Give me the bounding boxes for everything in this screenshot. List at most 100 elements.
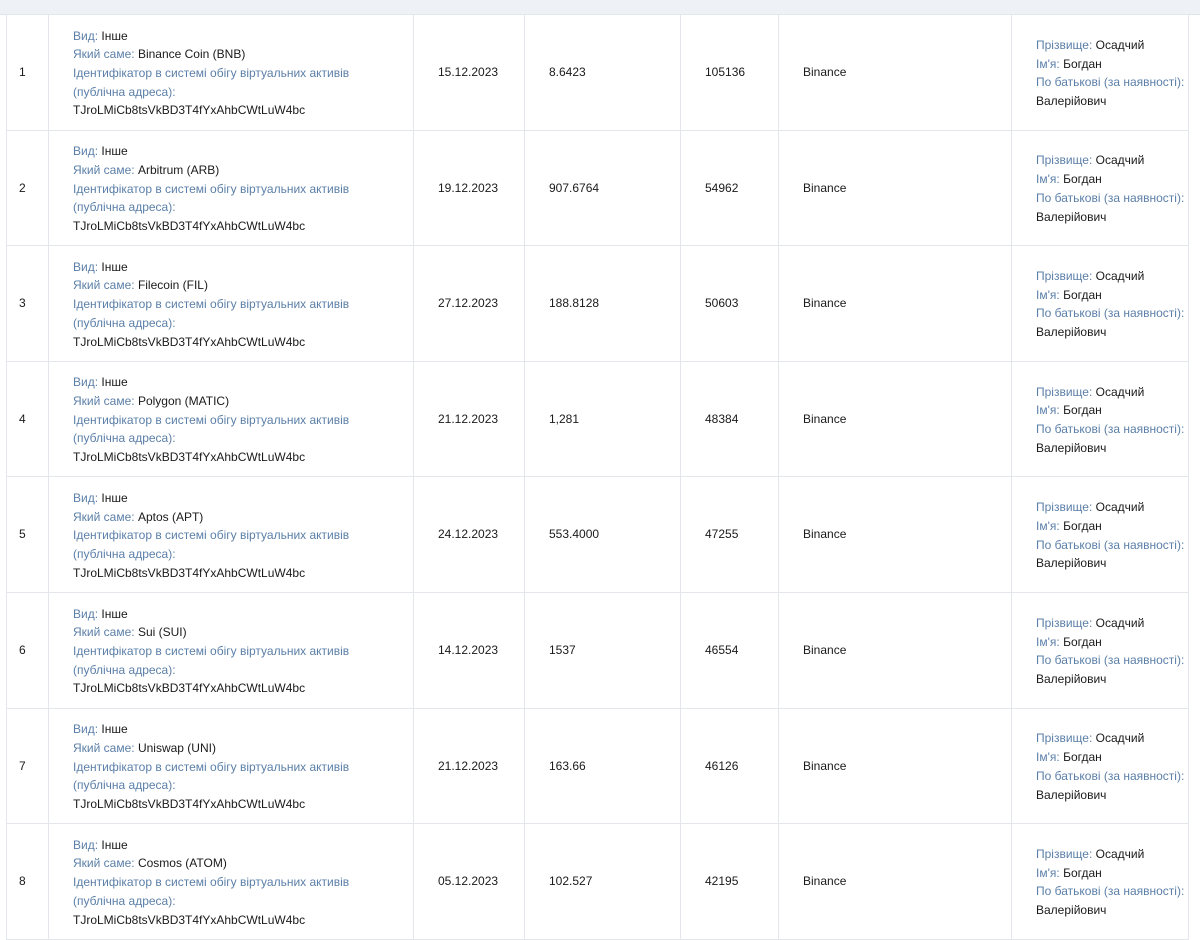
- asset-kind: Вид: Інше: [73, 720, 413, 739]
- owner-surname-value: Осадчий: [1095, 384, 1145, 399]
- asset-identifier-label-cont: (публічна адреса):: [73, 84, 176, 99]
- owner-surname-label: Прізвище:: [1036, 615, 1093, 630]
- value-cell: 54962: [680, 129, 779, 247]
- platform-cell: Binance: [778, 823, 1012, 940]
- asset-name-label: Який саме:: [73, 47, 135, 62]
- owner-patronymic-value: Валерійович: [1036, 556, 1107, 571]
- table-row: 8 Вид: Інше Який саме: Cosmos (ATOM) Іде…: [6, 823, 1189, 940]
- asset-kind-label: Вид:: [73, 28, 99, 43]
- owner-surname-label: Прізвище:: [1036, 269, 1093, 284]
- owner-patronymic-value: Валерійович: [1036, 671, 1107, 686]
- table-row: 2 Вид: Інше Який саме: Arbitrum (ARB) Ід…: [6, 129, 1189, 247]
- asset-name-label: Який саме:: [73, 394, 135, 409]
- asset-name: Який саме: Filecoin (FIL): [73, 276, 413, 295]
- row-number: 3: [6, 245, 49, 362]
- asset-name-label: Який саме:: [73, 740, 135, 755]
- asset-identifier-label: Ідентифікатор в системі обігу віртуальни…: [73, 65, 350, 80]
- owner-name-value: Богдан: [1063, 865, 1102, 880]
- platform-cell: Binance: [778, 14, 1012, 131]
- asset-public-address: TJroLMiCb8tsVkBD3T4fYxAhbCWtLuW4bc: [73, 103, 306, 118]
- owner-name-value: Богдан: [1063, 634, 1102, 649]
- owner-cell: Прізвище: Осадчий Ім'я: Богдан По батько…: [1011, 707, 1189, 825]
- acquisition-date: 14.12.2023: [438, 642, 499, 657]
- owner-name-value: Богдан: [1063, 403, 1102, 418]
- owner-patronymic-label: По батькові (за наявності):: [1036, 75, 1185, 90]
- acquisition-date-cell: 21.12.2023: [413, 360, 525, 478]
- asset-public-address: TJroLMiCb8tsVkBD3T4fYxAhbCWtLuW4bc: [73, 681, 306, 696]
- asset-name-label: Який саме:: [73, 162, 135, 177]
- row-number: 7: [6, 707, 49, 825]
- asset-kind-label: Вид:: [73, 375, 99, 390]
- owner-surname-value: Осадчий: [1095, 731, 1145, 746]
- owner-patronymic-value: Валерійович: [1036, 787, 1107, 802]
- owner-name: Ім'я: Богдан: [1036, 864, 1188, 883]
- asset-name: Який саме: Arbitrum (ARB): [73, 161, 413, 180]
- owner-patronymic-label: По батькові (за наявності):: [1036, 422, 1185, 437]
- asset-name: Який саме: Uniswap (UNI): [73, 739, 413, 758]
- row-number-text: 7: [19, 758, 26, 773]
- platform-cell: Binance: [778, 591, 1012, 709]
- owner-name-value: Богдан: [1063, 56, 1102, 71]
- asset-amount: 163.66: [549, 758, 586, 773]
- asset-platform: Binance: [803, 296, 847, 311]
- owner-surname: Прізвище: Осадчий: [1036, 614, 1188, 633]
- row-number: 1: [6, 14, 49, 131]
- asset-description-cell: Вид: Інше Який саме: Filecoin (FIL) Іден…: [48, 245, 414, 362]
- asset-value: 50603: [705, 296, 739, 311]
- owner-patronymic-label: По батькові (за наявності):: [1036, 537, 1185, 552]
- asset-name: Який саме: Aptos (APT): [73, 508, 413, 527]
- table-row: 7 Вид: Інше Який саме: Uniswap (UNI) Іде…: [6, 707, 1189, 825]
- asset-identifier-label: Ідентифікатор в системі обігу віртуальни…: [73, 643, 350, 658]
- value-cell: 105136: [680, 14, 779, 131]
- asset-public-address: TJroLMiCb8tsVkBD3T4fYxAhbCWtLuW4bc: [73, 565, 306, 580]
- asset-name-value: Sui (SUI): [137, 625, 187, 640]
- value-cell: 48384: [680, 360, 779, 478]
- asset-kind: Вид: Інше: [73, 489, 413, 508]
- owner-name-label: Ім'я:: [1036, 56, 1060, 71]
- asset-kind-value: Інше: [101, 490, 128, 505]
- row-number-text: 3: [19, 296, 26, 311]
- asset-identifier-label: Ідентифікатор в системі обігу віртуальни…: [73, 528, 350, 543]
- acquisition-date: 19.12.2023: [438, 180, 499, 195]
- owner-name-value: Богдан: [1063, 518, 1102, 533]
- owner-patronymic-value: Валерійович: [1036, 440, 1107, 455]
- asset-kind: Вид: Інше: [73, 258, 413, 277]
- owner-surname-value: Осадчий: [1095, 500, 1145, 515]
- asset-description-cell: Вид: Інше Який саме: Aptos (APT) Ідентиф…: [48, 476, 414, 593]
- asset-amount: 907.6764: [549, 180, 600, 195]
- asset-kind-value: Інше: [101, 28, 128, 43]
- owner-name-label: Ім'я:: [1036, 403, 1060, 418]
- asset-name-label: Який саме:: [73, 625, 135, 640]
- acquisition-date: 21.12.2023: [438, 411, 499, 426]
- platform-cell: Binance: [778, 360, 1012, 478]
- asset-name: Який саме: Cosmos (ATOM): [73, 854, 413, 873]
- amount-cell: 553.4000: [524, 476, 681, 593]
- asset-kind: Вид: Інше: [73, 142, 413, 161]
- asset-identifier-label-cont: (публічна адреса):: [73, 893, 176, 908]
- owner-name-label: Ім'я:: [1036, 172, 1060, 187]
- asset-value: 46126: [705, 758, 739, 773]
- row-number: 8: [6, 823, 49, 940]
- asset-identifier-label-cont: (публічна адреса):: [73, 431, 176, 446]
- asset-platform: Binance: [803, 642, 847, 657]
- value-cell: 47255: [680, 476, 779, 593]
- owner-surname: Прізвище: Осадчий: [1036, 498, 1188, 517]
- asset-identifier-label: Ідентифікатор в системі обігу віртуальни…: [73, 875, 350, 890]
- acquisition-date-cell: 21.12.2023: [413, 707, 525, 825]
- owner-surname-label: Прізвище:: [1036, 731, 1093, 746]
- row-number: 4: [6, 360, 49, 478]
- asset-platform: Binance: [803, 411, 847, 426]
- page: 1 Вид: Інше Який саме: Binance Coin (BNB…: [0, 0, 1200, 940]
- row-number-text: 6: [19, 642, 26, 657]
- acquisition-date-cell: 14.12.2023: [413, 591, 525, 709]
- owner-name: Ім'я: Богдан: [1036, 401, 1188, 420]
- acquisition-date: 27.12.2023: [438, 296, 499, 311]
- virtual-assets-table: 1 Вид: Інше Який саме: Binance Coin (BNB…: [6, 14, 1189, 940]
- asset-kind: Вид: Інше: [73, 27, 413, 46]
- asset-platform: Binance: [803, 758, 847, 773]
- asset-amount: 1537: [549, 642, 576, 657]
- asset-description-cell: Вид: Інше Який саме: Sui (SUI) Ідентифік…: [48, 591, 414, 709]
- asset-identifier-label-cont: (публічна адреса):: [73, 315, 176, 330]
- owner-cell: Прізвище: Осадчий Ім'я: Богдан По батько…: [1011, 129, 1189, 247]
- platform-cell: Binance: [778, 245, 1012, 362]
